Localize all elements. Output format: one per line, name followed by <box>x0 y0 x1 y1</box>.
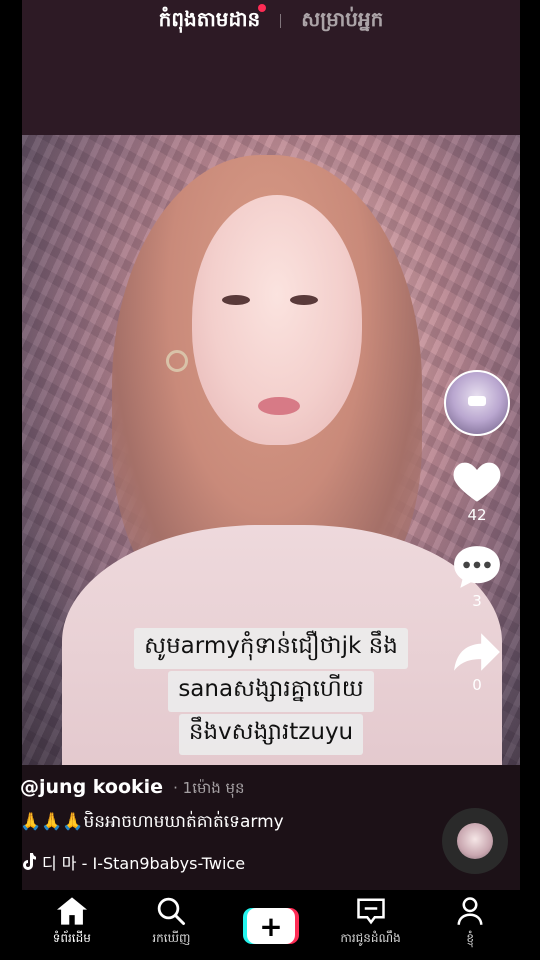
tab-following[interactable]: កំពុងតាមដាន <box>158 4 267 36</box>
post-sound[interactable]: 디 마 - I-Stan9babys-Twice <box>20 850 440 874</box>
feed-tabs: កំពុងតាមដាន សម្រាប់អ្នក <box>22 4 520 36</box>
comment-count: 3 <box>472 592 482 610</box>
heart-icon <box>453 462 501 502</box>
home-icon <box>56 897 87 925</box>
caption-line: sanaសង្សារគ្នាហើយ <box>168 671 374 712</box>
caption-line: សូមarmyកុំទាន់ជឿថាjk នឹង <box>134 628 408 669</box>
like-button[interactable]: 42 <box>451 456 503 524</box>
tab-for-you[interactable]: សម្រាប់អ្នក <box>301 6 383 36</box>
tab-following-label: កំពុងតាមដាន <box>158 7 261 31</box>
nav-home[interactable]: ទំព័រដើម <box>27 890 117 948</box>
avatar-mask-detail <box>468 396 486 406</box>
share-button[interactable]: 0 <box>452 630 502 694</box>
post-description: 🙏🙏🙏មិនអាចហាមឃាត់គាត់ទេarmy <box>20 812 284 832</box>
top-area: កំពុងតាមដាន សម្រាប់អ្នក <box>22 0 520 135</box>
video-subject-lips <box>258 397 300 415</box>
comment-icon <box>454 546 500 588</box>
nav-discover[interactable]: រកឃើញ <box>126 890 216 948</box>
action-rail: 42 3 0 <box>442 370 512 694</box>
bottom-nav: ទំព័រដើម រកឃើញ + ការជូនដំណឹង ខ្ញុំ <box>22 890 520 960</box>
video-subject-earring <box>166 350 188 372</box>
plus-icon: + <box>246 908 295 944</box>
sound-disc[interactable] <box>442 808 508 874</box>
nav-inbox-label: ការជូនដំណឹង <box>340 931 401 945</box>
nav-create[interactable]: + <box>226 890 316 944</box>
nav-discover-label: រកឃើញ <box>152 931 191 945</box>
video-subject-eye <box>222 295 250 305</box>
search-icon <box>158 897 186 925</box>
post-info: @jung kookie · 1ម៉ោង មុន 🙏🙏🙏មិនអាចហាមឃាត… <box>20 776 440 874</box>
post-sound-label: 디 마 - I-Stan9babys-Twice <box>42 854 246 873</box>
creator-avatar[interactable] <box>444 370 510 436</box>
inbox-icon <box>356 898 385 925</box>
sound-disc-cover <box>457 823 493 859</box>
tab-divider <box>280 14 282 28</box>
post-author-line: @jung kookie · 1ម៉ោង មុន <box>20 776 440 801</box>
share-arrow-icon <box>454 633 500 671</box>
share-count: 0 <box>472 676 482 694</box>
comment-button[interactable]: 3 <box>452 544 502 610</box>
video-subject-eye <box>290 295 318 305</box>
nav-home-label: ទំព័រដើម <box>52 931 91 945</box>
post-timestamp: · 1ម៉ោង មុន <box>173 779 245 797</box>
create-button[interactable]: + <box>242 908 299 944</box>
post-username[interactable]: @jung kookie <box>20 776 163 798</box>
like-count: 42 <box>467 506 487 524</box>
tiktok-note-icon <box>23 853 36 870</box>
profile-icon <box>457 897 483 925</box>
caption-line: នឹងvសង្សារtzuyu <box>178 714 364 755</box>
nav-me-label: ខ្ញុំ <box>466 931 474 945</box>
nav-inbox[interactable]: ការជូនដំណឹង <box>326 890 416 948</box>
live-indicator <box>258 4 267 12</box>
nav-me[interactable]: ខ្ញុំ <box>425 890 515 948</box>
